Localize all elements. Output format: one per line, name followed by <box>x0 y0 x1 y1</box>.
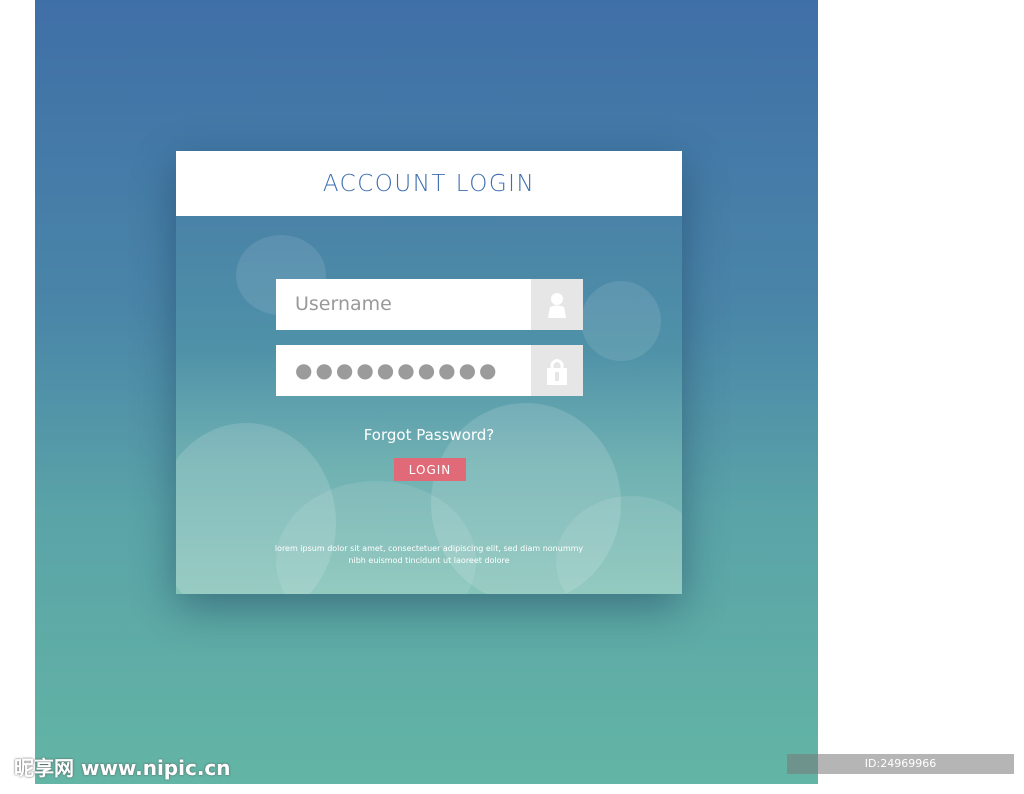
page-title: ACCOUNT LOGIN <box>322 170 536 197</box>
user-icon <box>531 279 583 330</box>
watermark-id: ID:24969966 NO:20180223125817290032 <box>787 754 1014 790</box>
password-field[interactable]: ●●●●●●●●●● <box>276 345 583 396</box>
lorem-text: lorem ipsum dolor sit amet, consectetuer… <box>274 544 584 565</box>
password-input[interactable]: ●●●●●●●●●● <box>295 345 500 396</box>
login-card: ACCOUNT LOGIN Username ●●●●●●●●●● Forgot… <box>176 151 682 594</box>
username-field[interactable]: Username <box>276 279 583 330</box>
forgot-password-link[interactable]: Forgot Password? <box>176 426 682 444</box>
login-button[interactable]: LOGIN <box>394 458 466 481</box>
watermark-logo: 昵享网 www.nipic.cn <box>14 756 231 780</box>
cloud <box>581 281 661 361</box>
card-header: ACCOUNT LOGIN <box>176 151 682 216</box>
lock-icon <box>531 345 583 396</box>
username-input[interactable]: Username <box>295 279 392 330</box>
